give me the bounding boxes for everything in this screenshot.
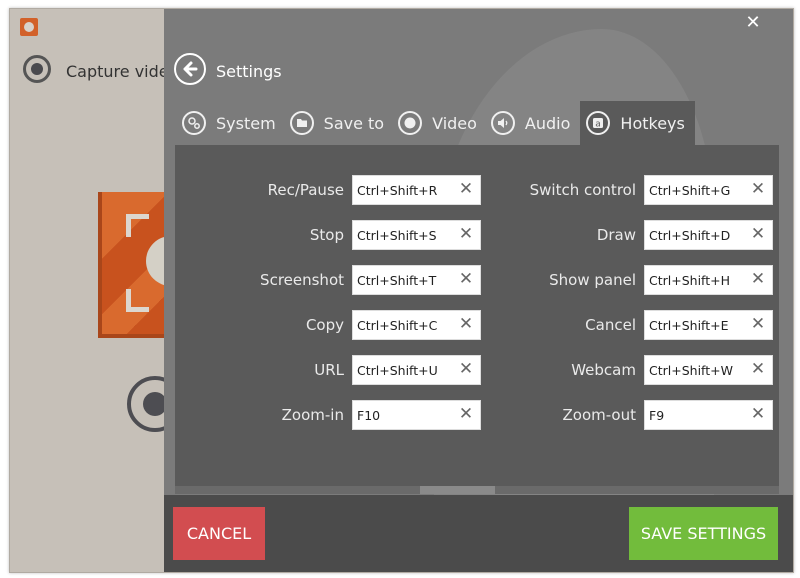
- hotkey-input[interactable]: [353, 356, 457, 384]
- hotkey-input[interactable]: [645, 401, 749, 429]
- hotkey-input[interactable]: [353, 401, 457, 429]
- hotkey-input[interactable]: [645, 356, 749, 384]
- hotkey-input[interactable]: [353, 221, 457, 249]
- tab-system[interactable]: System: [176, 101, 284, 145]
- hotkey-label: URL: [314, 361, 344, 379]
- hotkey-field[interactable]: ✕: [352, 355, 481, 385]
- keyboard-key-icon: a: [586, 111, 611, 135]
- tab-label: Hotkeys: [620, 113, 685, 133]
- gears-icon: [182, 111, 206, 135]
- hotkey-row: Cancel ✕: [486, 310, 773, 340]
- frame-corner-icon: [126, 214, 149, 237]
- tab-save-to[interactable]: Save to: [284, 101, 392, 145]
- hotkey-row: URL ✕: [194, 355, 481, 385]
- hotkey-input[interactable]: [353, 176, 457, 204]
- hotkey-label: Stop: [309, 226, 344, 244]
- hotkey-field[interactable]: ✕: [644, 265, 773, 295]
- hotkey-row: Rec/Pause ✕: [194, 175, 481, 205]
- hotkey-label: Draw: [596, 226, 636, 244]
- hotkey-field[interactable]: ✕: [644, 310, 773, 340]
- tab-label: System: [216, 113, 276, 133]
- hotkey-row: Zoom-in ✕: [194, 400, 481, 430]
- clear-icon[interactable]: ✕: [458, 316, 474, 333]
- hotkey-input[interactable]: [645, 311, 749, 339]
- clear-icon[interactable]: ✕: [750, 406, 766, 423]
- hotkey-label: Webcam: [571, 361, 636, 379]
- page-title: Settings: [216, 62, 282, 81]
- hotkey-field[interactable]: ✕: [644, 220, 773, 250]
- clear-icon[interactable]: ✕: [458, 271, 474, 288]
- speaker-icon: [490, 111, 515, 135]
- hotkey-input[interactable]: [353, 266, 457, 294]
- hotkey-row: Stop ✕: [194, 220, 481, 250]
- hotkey-input[interactable]: [353, 311, 457, 339]
- tab-label: Video: [432, 113, 477, 133]
- tab-video[interactable]: Video: [392, 101, 485, 145]
- settings-footer: CANCEL SAVE SETTINGS: [164, 495, 793, 572]
- hotkey-label: Copy: [305, 316, 344, 334]
- clear-icon[interactable]: ✕: [750, 316, 766, 333]
- clear-icon[interactable]: ✕: [458, 361, 474, 378]
- hotkey-field[interactable]: ✕: [352, 220, 481, 250]
- svg-text:a: a: [596, 120, 602, 130]
- hotkey-input[interactable]: [645, 221, 749, 249]
- record-icon: [398, 111, 423, 135]
- save-settings-button[interactable]: SAVE SETTINGS: [629, 507, 778, 560]
- hotkey-row: Zoom-out ✕: [486, 400, 773, 430]
- close-icon[interactable]: ✕: [743, 13, 763, 33]
- clear-icon[interactable]: ✕: [750, 271, 766, 288]
- tab-audio[interactable]: Audio: [485, 101, 578, 145]
- app-logo-icon: [20, 18, 38, 36]
- hotkey-input[interactable]: [645, 266, 749, 294]
- settings-panel: ✕ Settings System Save to Video Audio a …: [164, 9, 793, 572]
- horizontal-scrollbar[interactable]: [175, 486, 779, 494]
- cancel-button[interactable]: CANCEL: [173, 507, 265, 560]
- hotkey-label: Show panel: [549, 271, 636, 289]
- hotkey-label: Zoom-in: [281, 406, 344, 424]
- clear-icon[interactable]: ✕: [458, 181, 474, 198]
- frame-corner-icon: [126, 289, 149, 312]
- hotkey-row: Switch control ✕: [486, 175, 773, 205]
- hotkey-label: Screenshot: [260, 271, 344, 289]
- hotkey-field[interactable]: ✕: [352, 175, 481, 205]
- clear-icon[interactable]: ✕: [458, 226, 474, 243]
- hotkey-label: Zoom-out: [562, 406, 637, 424]
- capture-video-label: Capture video: [66, 62, 179, 81]
- hotkey-field[interactable]: ✕: [352, 400, 481, 430]
- hotkey-row: Show panel ✕: [486, 265, 773, 295]
- hotkey-row: Copy ✕: [194, 310, 481, 340]
- clear-icon[interactable]: ✕: [458, 406, 474, 423]
- clear-icon[interactable]: ✕: [750, 181, 766, 198]
- app-window: Capture video ✕ Settings System Save to …: [9, 8, 794, 573]
- scrollbar-thumb[interactable]: [420, 486, 495, 494]
- hotkey-field[interactable]: ✕: [644, 400, 773, 430]
- folder-icon: [289, 111, 314, 135]
- hotkey-row: Draw ✕: [486, 220, 773, 250]
- hotkey-field[interactable]: ✕: [352, 310, 481, 340]
- clear-icon[interactable]: ✕: [750, 361, 766, 378]
- hotkey-label: Rec/Pause: [267, 181, 344, 199]
- hotkey-row: Screenshot ✕: [194, 265, 481, 295]
- hotkey-row: Webcam ✕: [486, 355, 773, 385]
- hotkeys-panel: Rec/Pause ✕ Stop ✕ Screenshot ✕ Copy ✕ U…: [175, 145, 779, 486]
- tab-label: Save to: [323, 113, 385, 133]
- settings-tabs: System Save to Video Audio a Hotkeys: [176, 101, 695, 145]
- back-arrow-icon[interactable]: [174, 53, 206, 85]
- hotkey-field[interactable]: ✕: [644, 175, 773, 205]
- hotkey-field[interactable]: ✕: [352, 265, 481, 295]
- hotkey-label: Switch control: [529, 181, 636, 199]
- tab-hotkeys[interactable]: a Hotkeys: [580, 101, 695, 145]
- capture-video-radio[interactable]: [23, 55, 51, 83]
- hotkey-field[interactable]: ✕: [644, 355, 773, 385]
- hotkey-input[interactable]: [645, 176, 749, 204]
- clear-icon[interactable]: ✕: [750, 226, 766, 243]
- tab-label: Audio: [524, 113, 571, 133]
- hotkey-label: Cancel: [585, 316, 636, 334]
